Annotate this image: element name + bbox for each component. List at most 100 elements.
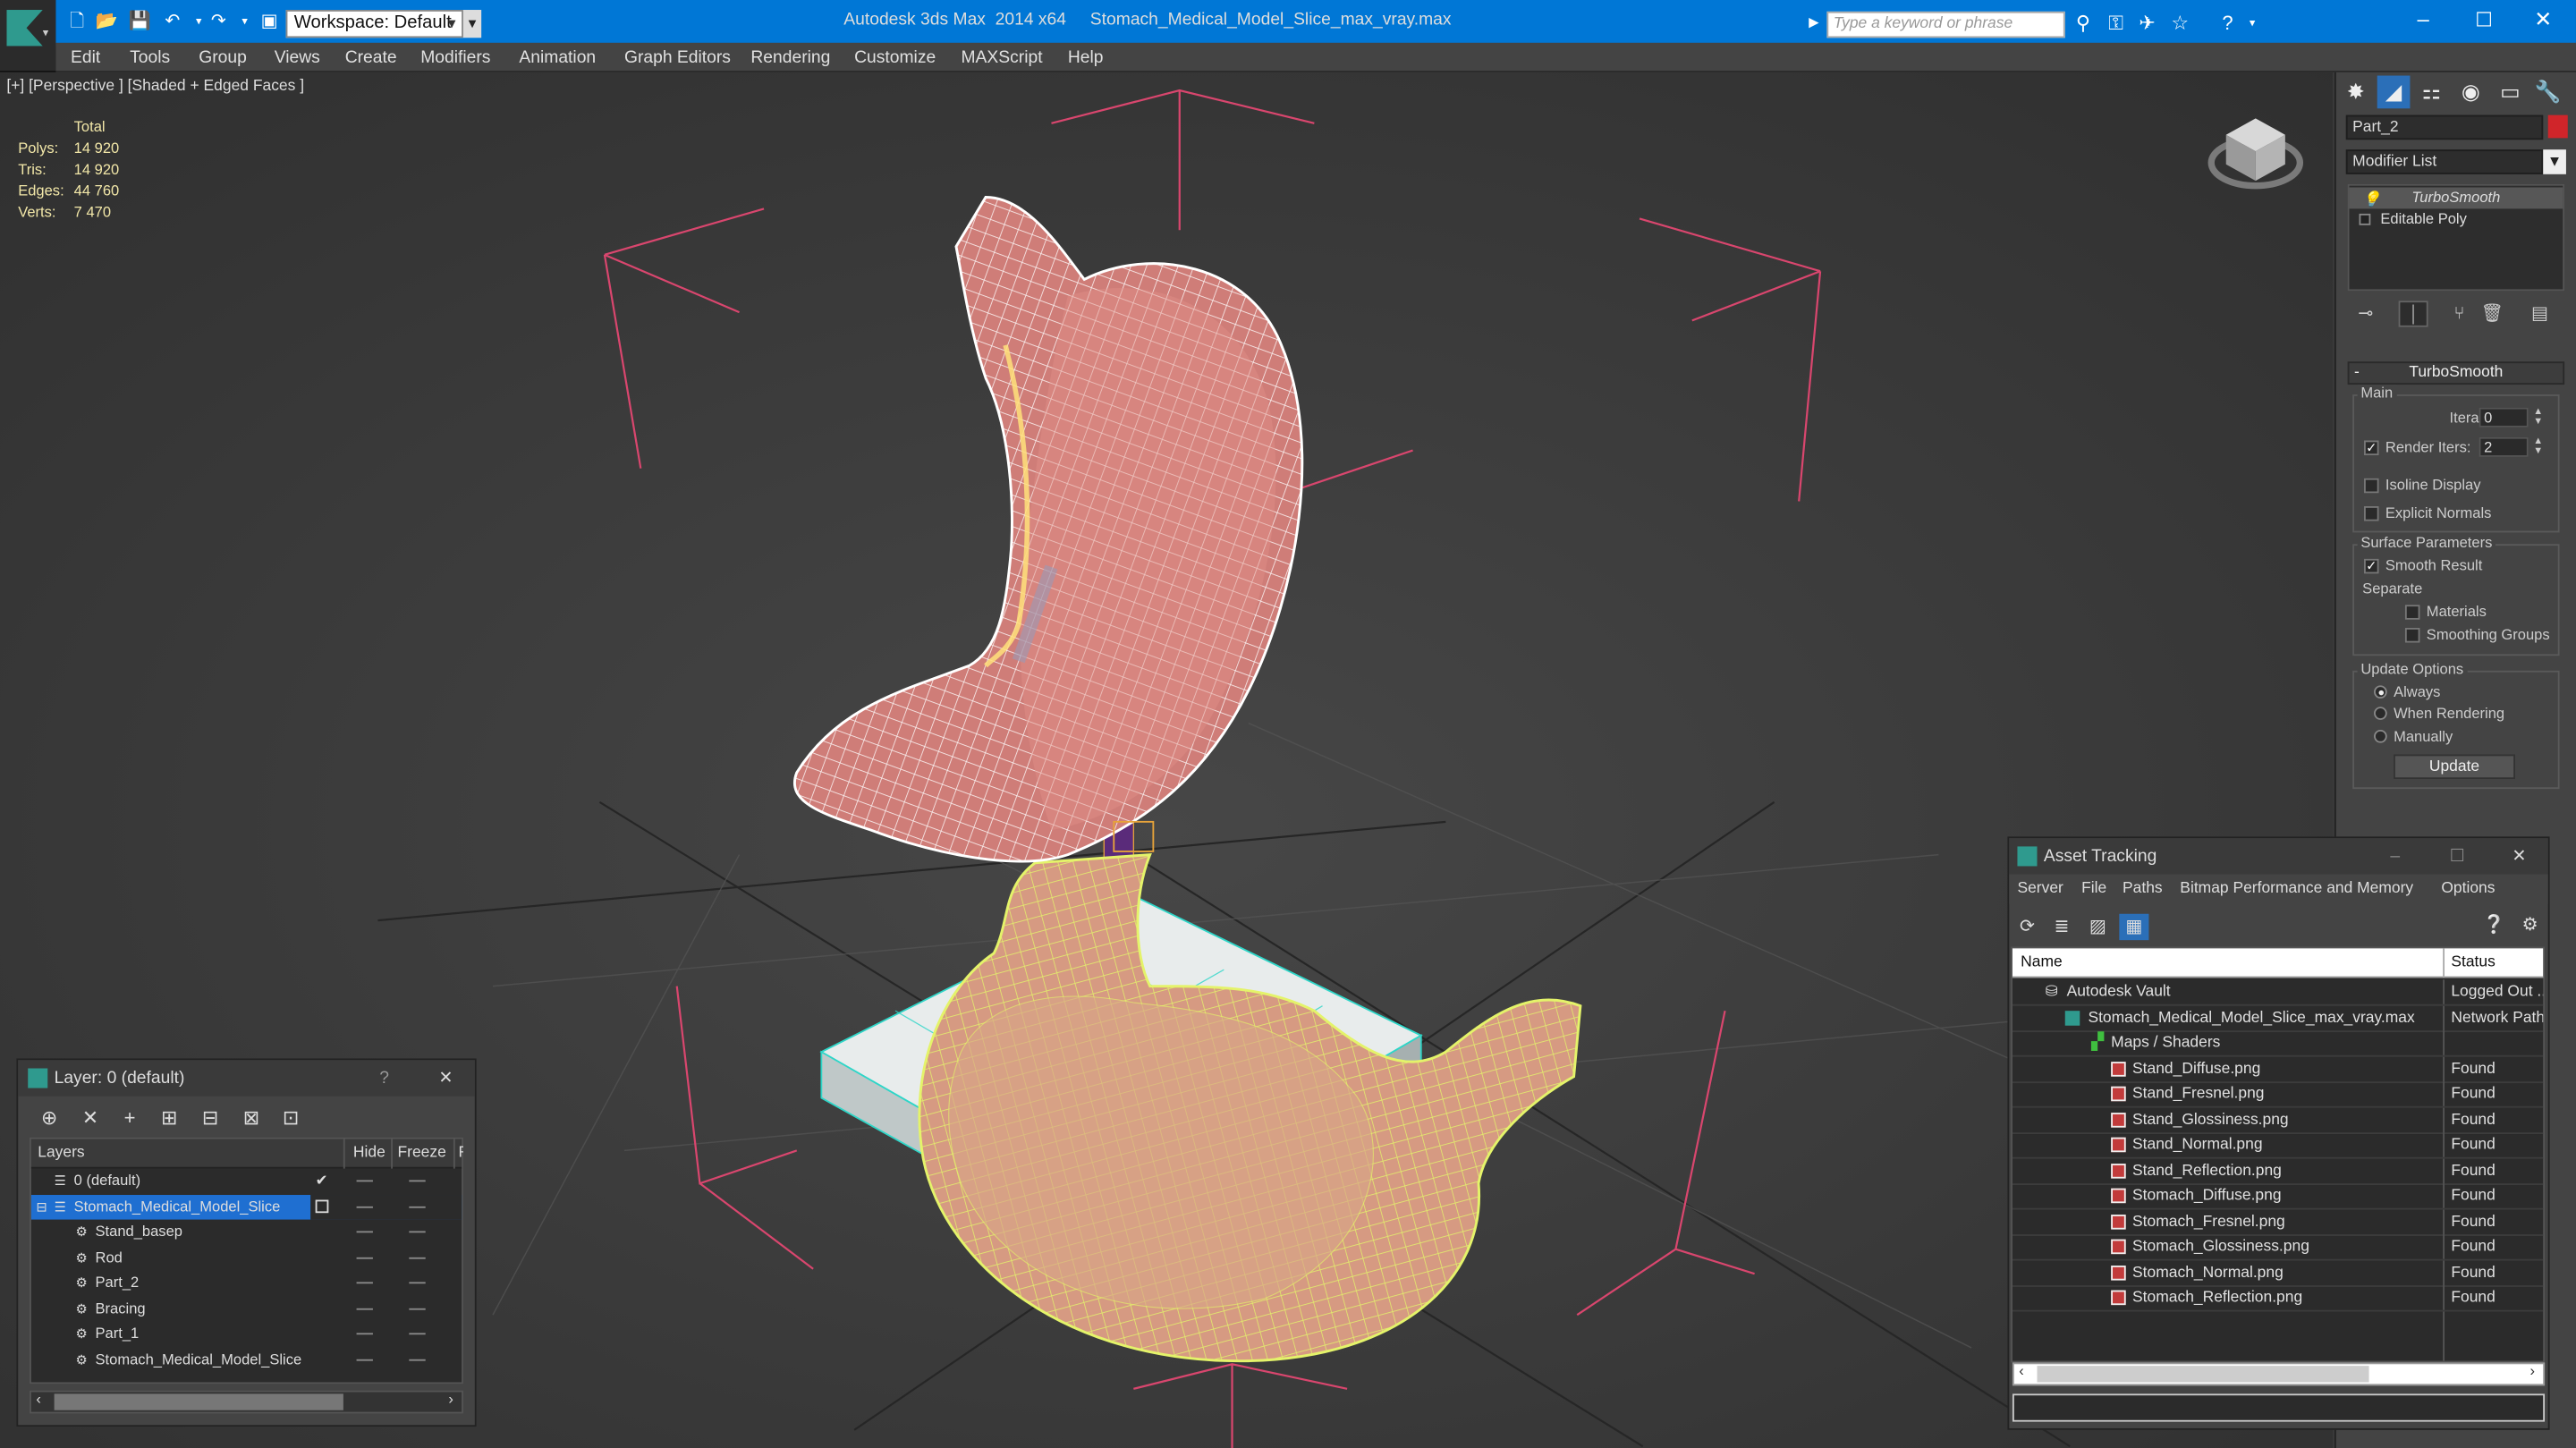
scrollbar-thumb[interactable] [54, 1393, 343, 1410]
menu-modifiers[interactable]: Modifiers [420, 45, 490, 74]
smooth-result-checkbox[interactable]: ✓ [2364, 558, 2379, 574]
delete-layer-icon[interactable]: ✕ [75, 1105, 105, 1130]
radio-manually[interactable] [2374, 729, 2387, 743]
add-to-layer-icon[interactable]: + [115, 1105, 145, 1130]
expand-icon[interactable]: ⊟ [36, 1195, 47, 1220]
make-unique-icon[interactable]: ⑂ [2445, 301, 2474, 326]
hide-toggle[interactable] [356, 1231, 373, 1233]
help-icon[interactable]: ? [2215, 12, 2241, 37]
update-button[interactable]: Update [2394, 754, 2515, 780]
scroll-left-icon[interactable]: ‹ [36, 1391, 41, 1407]
asset-row[interactable]: Stand_Glossiness.png Found [2012, 1107, 2544, 1134]
iterations-spinner[interactable]: 0 [2479, 407, 2529, 428]
minimize-button[interactable]: – [2399, 5, 2448, 35]
asset-menu-server[interactable]: Server [2017, 875, 2063, 904]
refresh-icon[interactable]: ⟳ [2012, 914, 2042, 940]
scroll-right-icon[interactable]: › [2530, 1362, 2536, 1378]
freeze-toggle[interactable] [409, 1333, 426, 1335]
scroll-right-icon[interactable]: › [448, 1391, 453, 1407]
hide-toggle[interactable] [356, 1308, 373, 1310]
asset-close-button[interactable]: ✕ [2512, 838, 2526, 874]
expand-icon[interactable] [2359, 213, 2371, 225]
layer-row[interactable]: ☰ 0 (default) ✔ [31, 1169, 462, 1194]
col-hide[interactable]: Hide [343, 1139, 389, 1169]
layer-object-row[interactable]: ⚙ Stomach_Medical_Model_Slice [31, 1348, 462, 1373]
asset-row[interactable]: Stand_Reflection.png Found [2012, 1158, 2544, 1185]
asset-menu-file[interactable]: File [2081, 875, 2106, 904]
asset-row[interactable]: Stomach_Diffuse.png Found [2012, 1183, 2544, 1209]
spinner-arrows-icon[interactable]: ▲ ▼ [2531, 408, 2545, 428]
freeze-toggle[interactable] [409, 1308, 426, 1310]
create-tab-icon[interactable]: ✸ [2339, 76, 2372, 109]
asset-menu-bitmap[interactable]: Bitmap Performance and Memory [2180, 875, 2413, 904]
asset-row[interactable]: Stand_Fresnel.png Found [2012, 1081, 2544, 1107]
chevron-down-icon[interactable]: ▼ [2543, 149, 2566, 174]
asset-menu-options[interactable]: Options [2441, 875, 2495, 904]
asset-row[interactable]: Stomach_Normal.png Found [2012, 1260, 2544, 1287]
asset-row[interactable]: Stomach_Medical_Model_Slice_max_vray.max… [2012, 1005, 2544, 1032]
maximize-button[interactable]: ☐ [2460, 5, 2509, 35]
layer-close-button[interactable]: ✕ [438, 1060, 453, 1096]
asset-row[interactable]: Stand_Normal.png Found [2012, 1132, 2544, 1158]
render-iters-checkbox[interactable]: ✓ [2364, 440, 2379, 456]
layer-object-row[interactable]: ⚙ Part_2 [31, 1271, 462, 1296]
pin-stack-icon[interactable]: ⊸ [2351, 301, 2380, 326]
hide-toggle[interactable] [356, 1359, 373, 1361]
menu-rendering[interactable]: Rendering [750, 45, 830, 74]
stack-item-turbosmooth[interactable]: 💡 TurboSmooth [2349, 187, 2563, 209]
asset-row[interactable]: Stomach_Reflection.png Found [2012, 1285, 2544, 1311]
menu-create[interactable]: Create [345, 45, 397, 74]
freeze-all-layers-icon[interactable]: ⊡ [276, 1105, 306, 1130]
show-end-result-icon[interactable]: ⏐ [2398, 301, 2428, 327]
isoline-display-checkbox[interactable] [2364, 478, 2379, 494]
asset-menu-paths[interactable]: Paths [2123, 875, 2163, 904]
motion-tab-icon[interactable]: ◉ [2454, 76, 2487, 109]
radio-when-rendering[interactable] [2374, 707, 2387, 720]
binoculars-icon[interactable]: ⚲ [2070, 12, 2096, 37]
modify-tab-icon[interactable]: ◢ [2377, 75, 2411, 109]
menu-help[interactable]: Help [1068, 45, 1104, 74]
radio-always[interactable] [2374, 685, 2387, 699]
asset-row[interactable]: Stomach_Fresnel.png Found [2012, 1209, 2544, 1236]
explicit-normals-checkbox[interactable] [2364, 506, 2379, 521]
col-render[interactable]: R [453, 1139, 463, 1169]
communication-icon[interactable]: ✈ [2134, 12, 2160, 37]
menu-tools[interactable]: Tools [130, 45, 170, 74]
freeze-toggle[interactable] [409, 1180, 426, 1182]
hide-toggle[interactable] [356, 1206, 373, 1208]
spinner-arrows-icon[interactable]: ▲ ▼ [2531, 437, 2545, 457]
col-name[interactable]: Name [2021, 948, 2063, 978]
subscription-icon[interactable]: ⚿ [2103, 12, 2129, 37]
remove-modifier-icon[interactable]: 🗑 [2478, 301, 2507, 326]
display-tab-icon[interactable]: ▭ [2494, 76, 2527, 109]
render-iters-spinner[interactable]: 2 [2479, 436, 2529, 457]
object-name-field[interactable]: Part_2 [2345, 114, 2544, 140]
stack-item-editable-poly[interactable]: Editable Poly [2349, 208, 2563, 230]
table-view-icon[interactable]: ▦ [2119, 913, 2149, 941]
hide-toggle[interactable] [356, 1282, 373, 1284]
view-cube[interactable] [2209, 115, 2301, 198]
configure-modifier-sets-icon[interactable]: ▤ [2525, 301, 2555, 326]
menu-edit[interactable]: Edit [71, 45, 100, 74]
menu-views[interactable]: Views [275, 45, 320, 74]
col-layers[interactable]: Layers [38, 1139, 84, 1169]
hide-toggle[interactable] [356, 1333, 373, 1335]
layer-object-row[interactable]: ⚙ Part_1 [31, 1322, 462, 1347]
menu-graph-editors[interactable]: Graph Editors [624, 45, 731, 74]
layer-object-row[interactable]: ⚙ Rod [31, 1246, 462, 1271]
asset-window-titlebar[interactable]: Asset Tracking – ☐ ✕ [2009, 838, 2548, 875]
menu-customize[interactable]: Customize [854, 45, 936, 74]
asset-path-field[interactable] [2012, 1393, 2546, 1422]
layer-object-row[interactable]: ⚙ Stand_basep [31, 1220, 462, 1245]
search-expand-icon[interactable]: ▶ [1809, 12, 1824, 35]
object-color-swatch[interactable] [2547, 114, 2568, 139]
turbosmooth-rollout-header[interactable]: - TurboSmooth [2347, 361, 2565, 385]
list-view-icon[interactable]: ≣ [2047, 914, 2077, 940]
highlight-layer-icon[interactable]: ⊟ [196, 1105, 225, 1130]
asset-row[interactable]: ▞ Maps / Shaders [2012, 1030, 2544, 1056]
menu-group[interactable]: Group [199, 45, 247, 74]
create-layer-icon[interactable]: ⊕ [35, 1105, 64, 1130]
favorites-star-icon[interactable]: ☆ [2167, 12, 2193, 37]
search-input[interactable]: Type a keyword or phrase [1826, 11, 2065, 38]
materials-checkbox[interactable] [2404, 605, 2420, 620]
